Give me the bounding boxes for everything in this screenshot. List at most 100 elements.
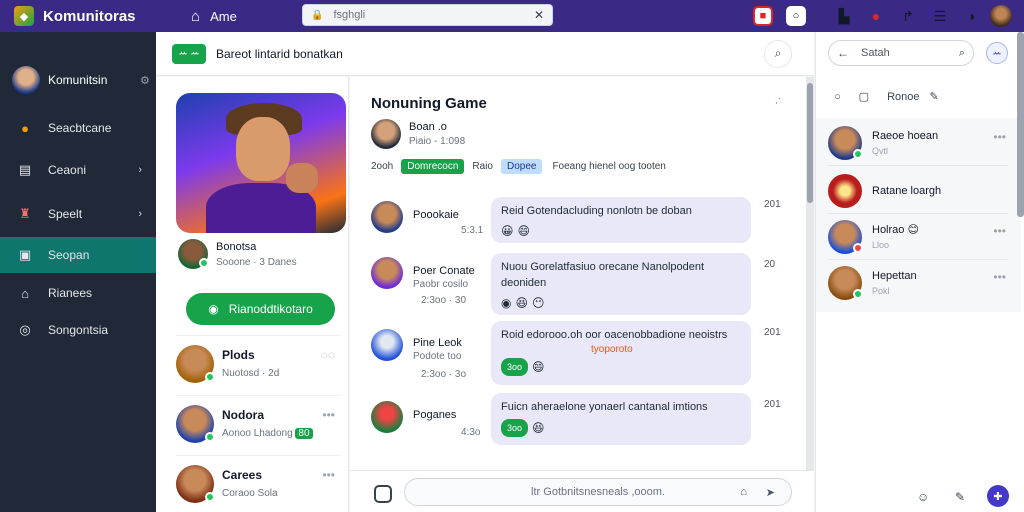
menu-icon[interactable]: ☰ xyxy=(930,6,950,26)
scrollbar-thumb[interactable] xyxy=(807,83,813,203)
home-icon[interactable]: ⌂ xyxy=(191,8,200,25)
nav-item-3[interactable]: ▣ Seopan xyxy=(0,237,164,273)
nav-item-4[interactable]: ⌂ Rianees xyxy=(0,275,156,311)
nav-user[interactable]: Komunitsin ⚙ xyxy=(12,66,150,94)
top-search-value[interactable]: fsghgli xyxy=(333,9,533,21)
emoji-icon[interactable]: 😶 xyxy=(532,295,545,311)
feed-tags: 2ooh Domrecocn Raio Dopee Foeang hienel … xyxy=(371,159,666,174)
friend-row[interactable]: Carees Coraoo Sola ••• xyxy=(176,455,341,511)
avatar xyxy=(176,464,215,503)
conversation-item[interactable]: Ratane loargh xyxy=(828,168,1008,214)
message-bubble[interactable]: Nuou Gorelatfasiuo orecane Nanolpodent d… xyxy=(491,253,751,315)
notification-icon[interactable]: ■ xyxy=(753,6,773,26)
edit-icon[interactable]: ✎ xyxy=(955,490,965,504)
more-icon[interactable]: ••• xyxy=(322,468,335,482)
emoji-icon[interactable]: 😆 xyxy=(532,420,545,436)
more-icon[interactable]: ◌◌ xyxy=(321,348,335,362)
message-bubble[interactable]: Fuicn aheraelone yonaerl cantanal imtion… xyxy=(491,393,751,445)
avatar xyxy=(828,219,863,254)
camera-icon[interactable] xyxy=(374,485,392,503)
tag-green[interactable]: Domrecocn xyxy=(401,159,465,174)
tag-blue[interactable]: Dopee xyxy=(500,159,543,174)
alert-icon[interactable]: ● xyxy=(866,6,886,26)
online-indicator xyxy=(853,289,863,299)
header-pill[interactable]: ꕀ ꕀ xyxy=(172,43,206,64)
reply-pill[interactable]: 3oo xyxy=(501,419,529,437)
compose-icon[interactable]: ✚ xyxy=(987,485,1009,507)
emoji-icon[interactable]: 😄 xyxy=(532,359,545,375)
feed-date: 2ooh xyxy=(371,161,394,172)
message-author: Poer Conate xyxy=(413,265,475,277)
reactions[interactable]: 3oo 😆 xyxy=(501,419,741,437)
back-arrow-icon[interactable]: ← xyxy=(837,46,849,60)
share-icon[interactable]: ↱ xyxy=(898,6,918,26)
reactions[interactable]: 😀 😄 xyxy=(501,223,741,239)
edit-icon[interactable]: ✎ xyxy=(929,90,938,103)
building-icon[interactable]: ▙ xyxy=(834,6,854,26)
nav-item-2[interactable]: ♜ Speelt › xyxy=(0,196,156,232)
friend-row[interactable]: Nodora Aonoo Lhadong 80 ••• xyxy=(176,395,341,451)
more-icon[interactable]: ••• xyxy=(993,224,1006,238)
profile-avatar[interactable] xyxy=(990,5,1012,27)
emoji-icon[interactable]: 😆 xyxy=(515,295,528,311)
reply-pill[interactable]: 3oo xyxy=(501,358,529,376)
nav-item-label: Songontsia xyxy=(48,323,109,337)
right-search-input[interactable]: ← Satah ⌕ xyxy=(828,40,974,66)
character-icon: ♜ xyxy=(19,206,31,221)
feed-scrollbar[interactable] xyxy=(806,77,814,470)
avatar[interactable] xyxy=(371,201,403,233)
message-bubble[interactable]: Reid Gotendacluding nonlotn be doban 😀 😄 xyxy=(491,197,751,243)
avatar xyxy=(828,173,862,208)
nav-item-0[interactable]: ● Seacbtcane xyxy=(0,110,156,146)
feed-author-name: Boan .o xyxy=(409,121,447,133)
avatar[interactable] xyxy=(371,329,403,361)
search-icon[interactable]: ○ xyxy=(834,91,841,103)
search-icon[interactable]: ⌕ xyxy=(764,39,792,68)
filter-badge[interactable]: ꕀ xyxy=(986,42,1008,64)
online-indicator xyxy=(205,491,215,502)
tools-label[interactable]: Ronoe xyxy=(887,91,919,103)
avatar[interactable] xyxy=(371,257,403,289)
nav-item-5[interactable]: ◎ Songontsia xyxy=(0,312,156,348)
record-icon[interactable]: ○ xyxy=(786,6,806,26)
gear-icon[interactable]: ⚙ xyxy=(140,74,150,87)
game-author[interactable]: Bonotsa Sooone · 3 Danes xyxy=(178,239,297,269)
left-nav: Komunitsin ⚙ ● Seacbtcane ▤ Ceaoni › ♜ S… xyxy=(0,32,164,512)
message-timestamp: 201 xyxy=(764,327,781,338)
collapse-icon[interactable]: ·˙ xyxy=(775,97,782,109)
bookmark-icon[interactable]: ▢ xyxy=(859,90,869,103)
game-cover-image[interactable] xyxy=(176,93,346,233)
more-icon[interactable]: ••• xyxy=(993,130,1006,144)
more-icon[interactable]: ••• xyxy=(993,270,1006,284)
tag-plain[interactable]: Raio xyxy=(472,161,493,172)
conversation-item[interactable]: Hepettan Pokl ••• xyxy=(828,260,1008,306)
send-icon[interactable]: ➤ xyxy=(766,486,775,499)
feed-author[interactable]: Boan .o Piaio - 1:098 xyxy=(371,119,465,149)
search-icon[interactable]: ⌕ xyxy=(959,47,965,60)
conversation-item[interactable]: Raeoe hoean Qvtl ••• xyxy=(828,120,1008,166)
top-search-bar[interactable]: 🔒 fsghgli ✕ xyxy=(302,4,553,26)
right-scrollbar[interactable] xyxy=(1017,32,1024,217)
follow-button[interactable]: ◉ Rianoddtikotaro xyxy=(186,293,335,325)
compass-icon[interactable]: ◑ xyxy=(961,6,981,26)
emoji-icon[interactable]: 😀 xyxy=(501,223,514,239)
conversation-item[interactable]: Holrao 😊 Lloo ••• xyxy=(828,214,1008,260)
message-author: Pine Leok xyxy=(413,337,462,349)
chevron-right-icon: › xyxy=(138,208,142,220)
close-icon[interactable]: ✕ xyxy=(534,8,544,22)
more-icon[interactable]: ••• xyxy=(322,408,335,422)
emoji-icon[interactable]: ◉ xyxy=(501,295,511,311)
nav-item-label: Rianees xyxy=(48,286,93,300)
friend-row[interactable]: Plods Nuotosd · 2d ◌◌ xyxy=(176,335,341,391)
reactions[interactable]: ◉ 😆 😶 xyxy=(501,295,741,311)
emoji-icon[interactable]: ☺ xyxy=(917,490,929,504)
reactions[interactable]: 3oo 😄 xyxy=(501,358,741,376)
message-input[interactable]: ltr Gotbnitsnesneals ,ooom. ⌂ ➤ xyxy=(404,478,792,506)
avatar[interactable] xyxy=(371,401,403,433)
nav-item-1[interactable]: ▤ Ceaoni › xyxy=(0,152,156,188)
message-bubble[interactable]: Roid edorooo.oh oor oacenobbadione neois… xyxy=(491,321,751,385)
attach-icon[interactable]: ⌂ xyxy=(740,486,747,498)
nav-item-label: Speelt xyxy=(48,207,83,221)
emoji-icon[interactable]: 😄 xyxy=(518,223,531,239)
hero-fist xyxy=(286,163,318,193)
